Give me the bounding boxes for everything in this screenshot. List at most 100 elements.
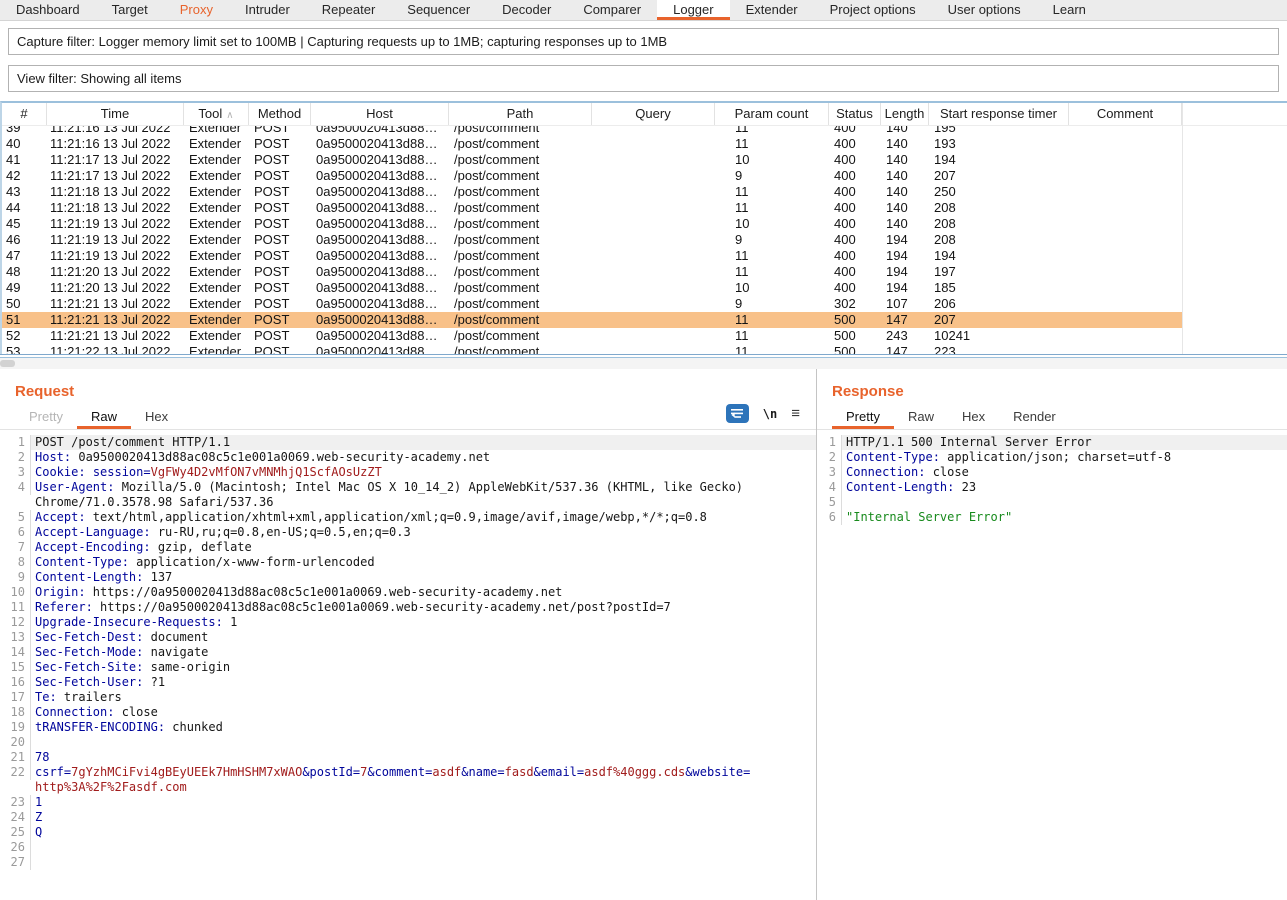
table-row[interactable]: 4611:21:19 13 Jul 2022ExtenderPOST0a9500… bbox=[2, 232, 1182, 248]
cell-path: /post/comment bbox=[449, 216, 592, 232]
cell-path: /post/comment bbox=[449, 264, 592, 280]
column-header-status[interactable]: Status bbox=[829, 103, 881, 125]
cell-start-response-timer: 208 bbox=[929, 216, 1069, 232]
response-tab-hex[interactable]: Hex bbox=[948, 403, 999, 429]
view-filter-bar[interactable]: View filter: Showing all items bbox=[8, 65, 1279, 92]
table-row[interactable]: 4311:21:18 13 Jul 2022ExtenderPOST0a9500… bbox=[2, 184, 1182, 200]
column-header-start-response-timer[interactable]: Start response timer bbox=[929, 103, 1069, 125]
cell-start-response-timer: 193 bbox=[929, 136, 1069, 152]
code-line: 12Upgrade-Insecure-Requests: 1 bbox=[0, 615, 816, 630]
line-number: 8 bbox=[0, 555, 31, 570]
request-tab-pretty[interactable]: Pretty bbox=[15, 403, 77, 429]
column-header-filler bbox=[1182, 103, 1287, 125]
cell-comment bbox=[1069, 280, 1182, 296]
menu-tab-project-options[interactable]: Project options bbox=[814, 0, 932, 20]
cell-tool: Extender bbox=[184, 296, 249, 312]
column-header-method[interactable]: Method bbox=[249, 103, 311, 125]
table-row[interactable]: 4811:21:20 13 Jul 2022ExtenderPOST0a9500… bbox=[2, 264, 1182, 280]
column-header-tool[interactable]: Tool∧ bbox=[184, 103, 249, 125]
column-header-length[interactable]: Length bbox=[881, 103, 929, 125]
column-header-param-count[interactable]: Param count bbox=[715, 103, 829, 125]
cell-param-count: 10 bbox=[715, 280, 829, 296]
menu-tab-user-options[interactable]: User options bbox=[932, 0, 1037, 20]
request-editor[interactable]: 1POST /post/comment HTTP/1.12Host: 0a950… bbox=[0, 430, 816, 900]
cell-status: 400 bbox=[829, 280, 881, 296]
table-row[interactable]: 4211:21:17 13 Jul 2022ExtenderPOST0a9500… bbox=[2, 168, 1182, 184]
line-content: 1 bbox=[31, 795, 816, 810]
menu-tab-logger[interactable]: Logger bbox=[657, 0, 729, 20]
column-header-comment[interactable]: Comment bbox=[1069, 103, 1182, 125]
cell-tool: Extender bbox=[184, 216, 249, 232]
wrap-toggle-icon[interactable] bbox=[726, 404, 749, 423]
cell-method: POST bbox=[249, 200, 311, 216]
line-content: User-Agent: Mozilla/5.0 (Macintosh; Inte… bbox=[31, 480, 816, 495]
table-row[interactable]: 4411:21:18 13 Jul 2022ExtenderPOST0a9500… bbox=[2, 200, 1182, 216]
cell-path: /post/comment bbox=[449, 152, 592, 168]
cell-status: 400 bbox=[829, 264, 881, 280]
table-row[interactable]: 4011:21:16 13 Jul 2022ExtenderPOST0a9500… bbox=[2, 136, 1182, 152]
table-row[interactable]: 4511:21:19 13 Jul 2022ExtenderPOST0a9500… bbox=[2, 216, 1182, 232]
cell-time: 11:21:22 13 Jul 2022 bbox=[47, 344, 184, 354]
cell-method: POST bbox=[249, 264, 311, 280]
response-tab-pretty[interactable]: Pretty bbox=[832, 403, 894, 429]
menu-tab-comparer[interactable]: Comparer bbox=[567, 0, 657, 20]
table-row-selected[interactable]: 5111:21:21 13 Jul 2022ExtenderPOST0a9500… bbox=[2, 312, 1182, 328]
request-tab-hex[interactable]: Hex bbox=[131, 403, 182, 429]
request-tab-raw[interactable]: Raw bbox=[77, 403, 131, 429]
line-content: 78 bbox=[31, 750, 816, 765]
response-editor[interactable]: 1HTTP/1.1 500 Internal Server Error2Cont… bbox=[817, 430, 1287, 900]
menu-tab-decoder[interactable]: Decoder bbox=[486, 0, 567, 20]
line-number: 24 bbox=[0, 810, 31, 825]
menu-tab-learn[interactable]: Learn bbox=[1037, 0, 1102, 20]
cell-param-count: 11 bbox=[715, 136, 829, 152]
menu-tab-proxy[interactable]: Proxy bbox=[164, 0, 229, 20]
editor-menu-icon[interactable]: ≡ bbox=[791, 406, 800, 421]
column-header-path[interactable]: Path bbox=[449, 103, 592, 125]
scrollbar-thumb[interactable] bbox=[0, 360, 15, 367]
table-row[interactable]: 5011:21:21 13 Jul 2022ExtenderPOST0a9500… bbox=[2, 296, 1182, 312]
cell-comment bbox=[1069, 184, 1182, 200]
menu-tab-extender[interactable]: Extender bbox=[730, 0, 814, 20]
table-row[interactable]: 4911:21:20 13 Jul 2022ExtenderPOST0a9500… bbox=[2, 280, 1182, 296]
line-content bbox=[31, 855, 816, 870]
cell-status: 400 bbox=[829, 184, 881, 200]
menu-tab-sequencer[interactable]: Sequencer bbox=[391, 0, 486, 20]
cell-method: POST bbox=[249, 312, 311, 328]
code-line: 2Host: 0a9500020413d88ac08c5c1e001a0069.… bbox=[0, 450, 816, 465]
table-row[interactable]: 5211:21:21 13 Jul 2022ExtenderPOST0a9500… bbox=[2, 328, 1182, 344]
code-line: 5 bbox=[817, 495, 1287, 510]
cell-status: 500 bbox=[829, 312, 881, 328]
response-tab-raw[interactable]: Raw bbox=[894, 403, 948, 429]
table-row[interactable]: 5311:21:22 13 Jul 2022ExtenderPOST0a9500… bbox=[2, 344, 1182, 354]
cell-method: POST bbox=[249, 152, 311, 168]
table-row[interactable]: 4711:21:19 13 Jul 2022ExtenderPOST0a9500… bbox=[2, 248, 1182, 264]
cell-path: /post/comment bbox=[449, 328, 592, 344]
capture-filter-bar[interactable]: Capture filter: Logger memory limit set … bbox=[8, 28, 1279, 55]
menu-tab-repeater[interactable]: Repeater bbox=[306, 0, 391, 20]
column-header-query[interactable]: Query bbox=[592, 103, 715, 125]
line-number: 2 bbox=[0, 450, 31, 465]
line-number: 27 bbox=[0, 855, 31, 870]
cell-time: 11:21:21 13 Jul 2022 bbox=[47, 296, 184, 312]
line-number: 5 bbox=[0, 510, 31, 525]
cell-status: 400 bbox=[829, 200, 881, 216]
column-header-time[interactable]: Time bbox=[47, 103, 184, 125]
cell-length: 140 bbox=[881, 136, 929, 152]
cell-status: 400 bbox=[829, 232, 881, 248]
cell-time: 11:21:19 13 Jul 2022 bbox=[47, 232, 184, 248]
column-header-host[interactable]: Host bbox=[311, 103, 449, 125]
cell-query bbox=[592, 200, 715, 216]
column-header--[interactable]: # bbox=[2, 103, 47, 125]
menu-tab-target[interactable]: Target bbox=[96, 0, 164, 20]
newline-chars-icon[interactable]: \n bbox=[763, 407, 777, 421]
line-content: Connection: close bbox=[842, 465, 1287, 480]
line-number: 26 bbox=[0, 840, 31, 855]
menu-tab-dashboard[interactable]: Dashboard bbox=[0, 0, 96, 20]
response-tab-render[interactable]: Render bbox=[999, 403, 1070, 429]
cell-time: 11:21:20 13 Jul 2022 bbox=[47, 264, 184, 280]
table-horizontal-scrollbar[interactable] bbox=[0, 358, 1287, 369]
cell-host: 0a9500020413d88… bbox=[311, 200, 449, 216]
menu-tab-intruder[interactable]: Intruder bbox=[229, 0, 306, 20]
table-row[interactable]: 4111:21:17 13 Jul 2022ExtenderPOST0a9500… bbox=[2, 152, 1182, 168]
line-content: csrf=7gYzhMCiFvi4gBEyUEEk7HmHSHM7xWAO&po… bbox=[31, 765, 816, 780]
